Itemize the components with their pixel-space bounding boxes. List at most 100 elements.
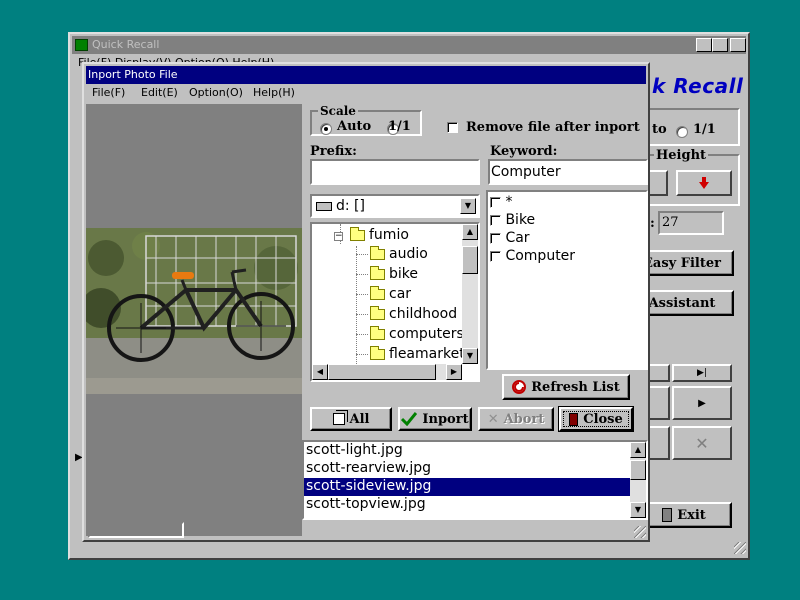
menu-option[interactable]: Option(O) xyxy=(189,86,243,99)
tree-line-children xyxy=(356,246,357,364)
file-item[interactable]: scott-topview.jpg xyxy=(304,496,630,514)
close-label: Close xyxy=(583,411,623,427)
keyword-item-label: Bike xyxy=(505,212,536,228)
keyword-checkbox[interactable] xyxy=(490,196,501,208)
keyword-item[interactable]: * xyxy=(490,194,512,210)
folder-bike[interactable]: bike xyxy=(370,265,418,282)
bg-count-value: 27 xyxy=(662,215,679,230)
tree-hscroll-thumb[interactable] xyxy=(328,364,436,380)
remove-file-label: Remove file after inport xyxy=(466,120,640,135)
keyword-item[interactable]: Computer xyxy=(490,248,575,264)
delete-button[interactable]: ✕ xyxy=(672,426,732,460)
folder-icon xyxy=(370,245,385,260)
keyword-item[interactable]: Bike xyxy=(490,212,535,228)
skip-end-button[interactable]: ▶| xyxy=(672,364,732,382)
keyword-checkbox[interactable] xyxy=(490,250,501,262)
arrow-down-small-icon: ▼ xyxy=(634,505,642,514)
file-item-label: scott-light.jpg xyxy=(306,442,403,458)
tree-scroll-right[interactable]: ▶ xyxy=(446,364,462,380)
close-window-button[interactable]: × xyxy=(730,38,746,52)
exit-door-icon xyxy=(662,508,673,522)
folder-computers[interactable]: computers xyxy=(370,325,464,342)
file-item-label: scott-rearview.jpg xyxy=(306,460,432,476)
play-button[interactable]: ▶ xyxy=(672,386,732,420)
close-button[interactable]: Close xyxy=(559,407,633,431)
abort-button: ✕ Abort xyxy=(478,407,554,431)
file-list: scott-light.jpg scott-rearview.jpg scott… xyxy=(302,440,648,520)
exit-button[interactable]: Exit xyxy=(636,502,732,528)
drive-select[interactable]: d: [] ▼ xyxy=(310,194,480,218)
tree-scroll-down[interactable]: ▼ xyxy=(462,348,478,364)
drive-value: d: [] xyxy=(336,198,365,214)
all-label: All xyxy=(349,411,370,427)
tree-branch xyxy=(356,354,368,355)
drive-dropdown-button[interactable]: ▼ xyxy=(460,198,476,214)
folder-car[interactable]: car xyxy=(370,285,412,302)
refresh-list-button[interactable]: Refresh List xyxy=(502,374,630,400)
keyword-input[interactable]: Computer xyxy=(488,159,648,185)
tree-vscroll-thumb[interactable] xyxy=(462,246,478,274)
file-scroll-up[interactable]: ▲ xyxy=(630,442,646,458)
folder-childhood[interactable]: childhood xyxy=(370,305,458,322)
scale-11-label: 1/1 xyxy=(388,119,411,134)
file-item[interactable]: scott-rearview.jpg xyxy=(304,460,630,478)
scale-auto-radio[interactable] xyxy=(320,122,332,135)
stack-icon xyxy=(332,413,345,425)
all-button[interactable]: All xyxy=(310,407,392,431)
tree-branch xyxy=(356,254,368,255)
app-icon xyxy=(75,39,88,51)
folder-fumio[interactable]: fumio xyxy=(350,226,409,243)
keyword-checkbox[interactable] xyxy=(490,232,501,244)
keyword-checkbox[interactable] xyxy=(490,214,501,226)
abort-label: Abort xyxy=(503,411,545,427)
keyword-item[interactable]: Car xyxy=(490,230,530,246)
refresh-list-label: Refresh List xyxy=(531,379,620,395)
folder-icon xyxy=(370,305,385,320)
folder-label: childhood xyxy=(389,306,458,322)
file-scroll-down[interactable]: ▼ xyxy=(630,502,646,518)
skip-end-icon: ▶| xyxy=(697,368,707,378)
bicycle-photo xyxy=(86,228,302,394)
bg-count-prefix: : xyxy=(650,216,655,231)
arrow-up-icon: ▲ xyxy=(466,227,474,236)
keyword-list: * Bike Car Computer xyxy=(486,190,648,370)
bg-scale-radio-11[interactable] xyxy=(676,125,688,138)
dialog-size-grip[interactable] xyxy=(634,526,646,538)
file-vscroll-thumb[interactable] xyxy=(630,460,646,480)
quick-recall-titlebar[interactable]: Quick Recall _ □ × xyxy=(72,36,746,54)
folder-icon xyxy=(370,345,385,360)
dialog-titlebar[interactable]: Inport Photo File xyxy=(86,66,646,84)
exit-label: Exit xyxy=(677,507,706,523)
drive-icon xyxy=(316,202,332,211)
bg-size-grip[interactable] xyxy=(734,542,746,554)
folder-label: audio xyxy=(389,246,428,262)
tree-expander[interactable]: − xyxy=(334,232,343,241)
inport-button[interactable]: Inport xyxy=(398,407,472,431)
refresh-icon xyxy=(512,380,527,394)
folder-label: car xyxy=(389,286,412,302)
folder-fleamarket[interactable]: fleamarket xyxy=(370,345,465,362)
prefix-input[interactable] xyxy=(310,159,480,185)
keyword-label: Keyword: xyxy=(490,144,558,159)
keyword-item-label: * xyxy=(505,194,513,210)
file-item[interactable]: scott-light.jpg xyxy=(304,442,630,460)
folder-label: fleamarket xyxy=(389,346,465,362)
bg-scale-11-label: 1/1 xyxy=(693,122,716,137)
tree-scroll-up[interactable]: ▲ xyxy=(462,224,478,240)
dialog-title: Inport Photo File xyxy=(88,68,178,81)
status-bar-panel xyxy=(88,522,184,538)
quick-recall-logo: k Recall xyxy=(652,74,744,98)
arrow-down-small-icon: ▼ xyxy=(466,351,474,360)
folder-audio[interactable]: audio xyxy=(370,245,428,262)
remove-file-checkbox[interactable] xyxy=(447,122,458,133)
menu-help[interactable]: Help(H) xyxy=(253,86,295,99)
inport-photo-dialog: Inport Photo File File(F) Edit(E) Option… xyxy=(82,62,650,542)
maximize-button[interactable]: □ xyxy=(712,38,728,52)
tree-vscroll[interactable] xyxy=(462,224,478,364)
tree-scroll-left[interactable]: ◀ xyxy=(312,364,328,380)
minimize-button[interactable]: _ xyxy=(696,38,712,52)
menu-file[interactable]: File(F) xyxy=(92,86,125,99)
menu-edit[interactable]: Edit(E) xyxy=(141,86,178,99)
file-item-selected[interactable]: scott-sideview.jpg xyxy=(304,478,630,496)
bg-height-down-button[interactable] xyxy=(676,170,732,196)
